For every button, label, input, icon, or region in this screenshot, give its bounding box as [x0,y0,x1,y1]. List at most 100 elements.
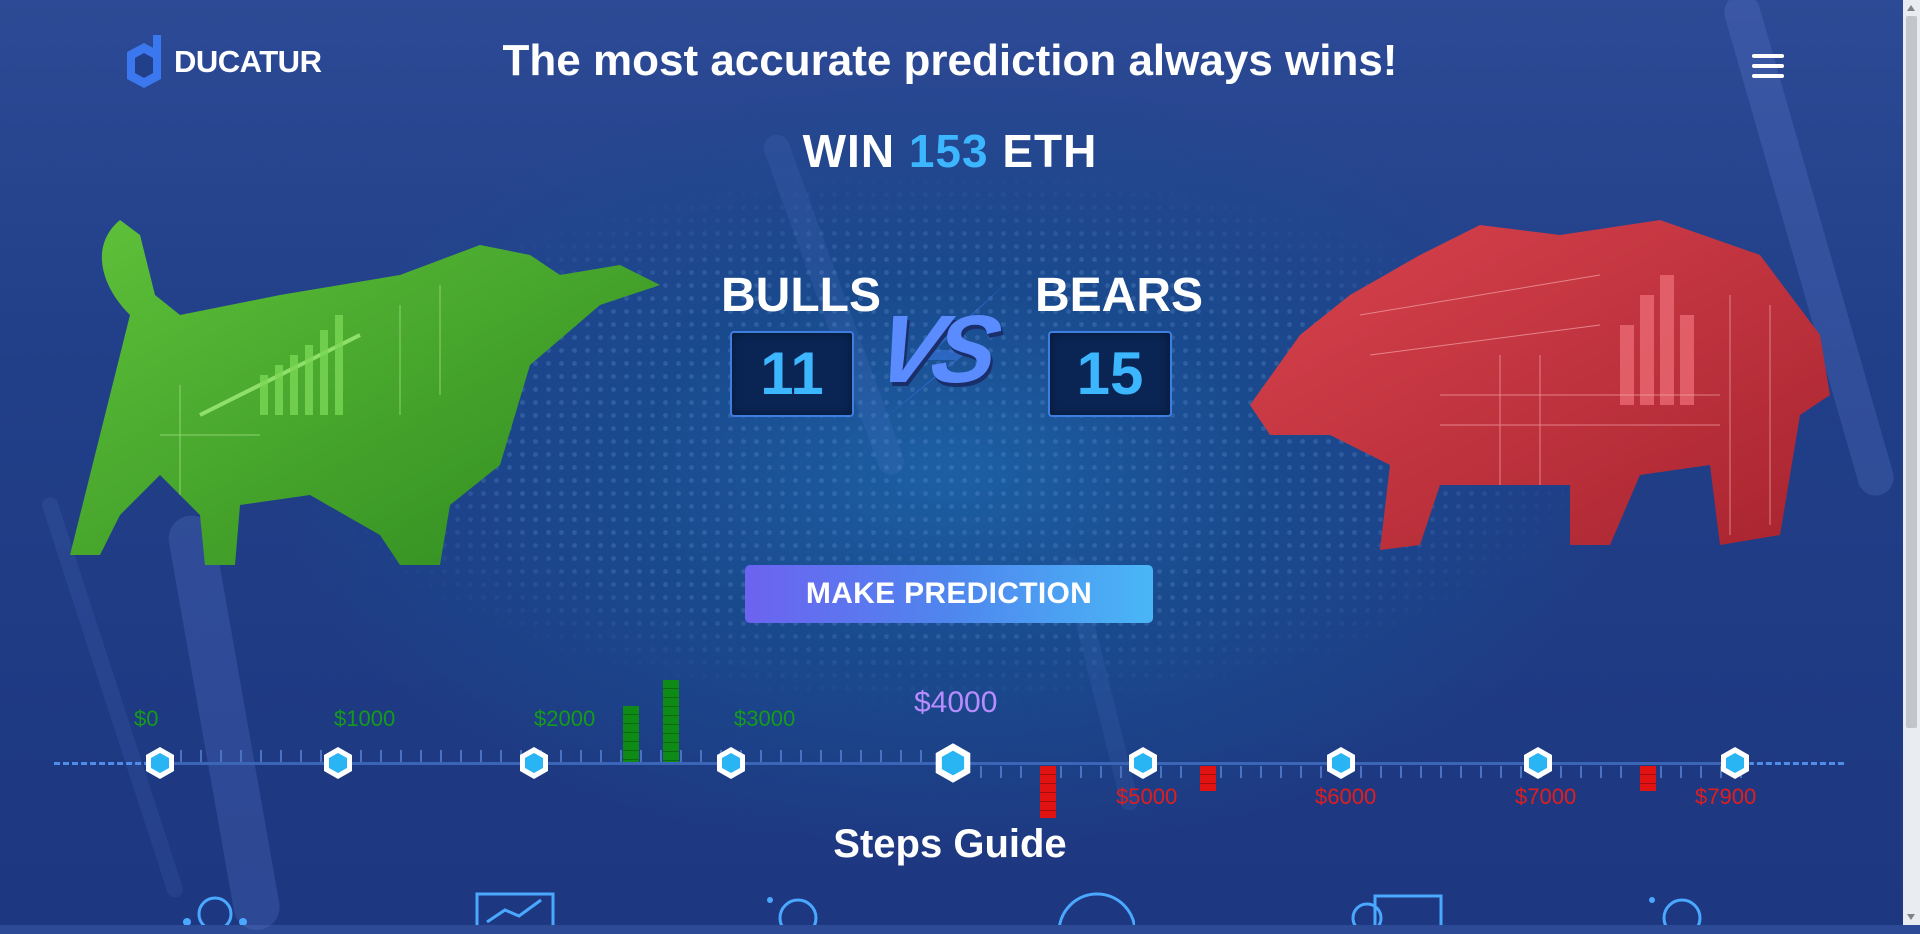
bears-score: 15 [1048,331,1172,417]
bear-illustration [1250,220,1830,550]
timeline-tick [700,750,702,762]
timeline-tick [1080,766,1082,778]
timeline-tick [1580,766,1582,778]
scrollbar[interactable] [1903,0,1920,925]
timeline-tick [1120,766,1122,778]
scroll-down-icon[interactable] [1907,914,1915,920]
bear-prediction-stack [1640,766,1656,791]
scrollbar-thumb[interactable] [1906,16,1917,728]
timeline-node[interactable] [143,746,177,780]
timeline-tick [1000,766,1002,778]
timeline-tick [840,750,842,762]
timeline-tick [1480,766,1482,778]
timeline-tick [1460,766,1462,778]
timeline-node[interactable] [1324,746,1358,780]
price-label: $7900 [1695,784,1757,809]
timeline-tick [1660,766,1662,778]
chart-icon [475,892,555,925]
timeline-tick [680,750,682,762]
timeline-tick [640,750,642,762]
timeline-tick [780,750,782,762]
timeline-tick [1440,766,1442,778]
timeline-tick [300,750,302,762]
scroll-up-icon[interactable] [1907,5,1915,11]
versus-text: VS [866,296,1002,403]
bull-illustration [70,220,660,565]
timeline-tick [1220,766,1222,778]
timeline-tick [880,750,882,762]
timeline-tick [180,750,182,762]
bull-prediction-stack [663,680,679,762]
timeline-tick [360,750,362,762]
bears-label: BEARS [1035,269,1204,322]
timeline-tick [380,750,382,762]
timeline-tick [400,750,402,762]
bitcoin-gear-icon [767,897,818,925]
timeline-node[interactable] [321,746,355,780]
timeline-tick [500,750,502,762]
timeline-tick [1560,766,1562,778]
bear-prediction-stack [1200,766,1216,791]
price-label: $3000 [734,706,796,731]
timeline-tick [1020,766,1022,778]
timeline-tick [1360,766,1362,778]
current-price-label: $4000 [914,686,998,719]
page-headline: The most accurate prediction always wins… [502,36,1398,85]
timeline-tick [1100,766,1102,778]
bull-prediction-stack [623,706,639,762]
browser-icon [1351,894,1443,925]
timeline-tick [200,750,202,762]
timeline-node[interactable] [517,746,551,780]
current-price-marker[interactable] [932,742,974,784]
timeline-node[interactable] [1718,746,1752,780]
timeline-tick [1320,766,1322,778]
timeline-tick [280,750,282,762]
hamburger-menu-icon[interactable] [1752,54,1784,78]
timeline-node[interactable] [714,746,748,780]
prize-currency: ETH [1002,125,1098,177]
timeline-tick [260,750,262,762]
timeline-tick [600,750,602,762]
bear-prediction-stack [1040,766,1056,818]
timeline-tick [1620,766,1622,778]
steps-guide-title: Steps Guide [833,822,1067,866]
timeline-tick [660,750,662,762]
timeline-tick [1600,766,1602,778]
timeline-tick [480,750,482,762]
bitcoin-reward-icon [1649,897,1702,925]
price-timeline: $0 $1000 $2000 $3000 $4000 $5000 $6000 $… [0,660,1920,840]
timeline-tick [1500,766,1502,778]
timeline-tick [560,750,562,762]
prize-amount: 153 [908,125,989,177]
timeline-tick [420,750,422,762]
price-label: $5000 [1116,784,1178,809]
target-icon [1058,892,1135,925]
price-label: $7000 [1515,784,1577,809]
timeline-tick [1380,766,1382,778]
prize-banner: WIN 153 ETH [0,124,1900,178]
timeline-tick [1060,766,1062,778]
timeline-tick [1240,766,1242,778]
timeline-tick [240,750,242,762]
timeline-tick [440,750,442,762]
timeline-node[interactable] [1521,746,1555,780]
timeline-tick [1680,766,1682,778]
timeline-tick [900,750,902,762]
price-label: $1000 [334,706,396,731]
timeline-tick [1180,766,1182,778]
make-prediction-button[interactable]: MAKE PREDICTION [745,565,1153,623]
timeline-tick [460,750,462,762]
timeline-tick [820,750,822,762]
price-label: $2000 [534,706,596,731]
timeline-tick [1400,766,1402,778]
coins-icon [183,896,247,925]
timeline-tick [980,766,982,778]
bulls-score: 11 [730,331,854,417]
timeline-tick [920,750,922,762]
timeline-tick [760,750,762,762]
timeline-tick [220,750,222,762]
prize-prefix: WIN [802,125,896,177]
timeline-node[interactable] [1126,746,1160,780]
timeline-tick [860,750,862,762]
timeline-tick [1260,766,1262,778]
